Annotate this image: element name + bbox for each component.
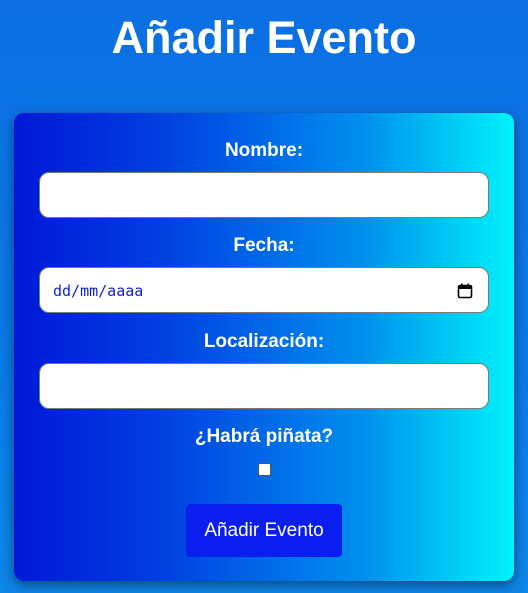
page-title: Añadir Evento [111, 12, 417, 63]
name-input[interactable] [39, 172, 489, 218]
name-label: Nombre: [224, 140, 304, 161]
location-label: Localización: [203, 331, 325, 352]
calendar-icon[interactable] [457, 283, 473, 299]
date-placeholder: dd/mm/aaaa [53, 282, 144, 300]
add-event-button[interactable]: Añadir Evento [186, 504, 342, 557]
event-form: Nombre: Fecha: dd/mm/aaaa Localización: … [14, 113, 514, 581]
date-input[interactable]: dd/mm/aaaa [39, 267, 489, 313]
pinata-checkbox[interactable] [258, 463, 271, 476]
date-label: Fecha: [233, 235, 295, 256]
location-input[interactable] [39, 363, 489, 409]
pinata-label: ¿Habrá piñata? [194, 426, 334, 447]
